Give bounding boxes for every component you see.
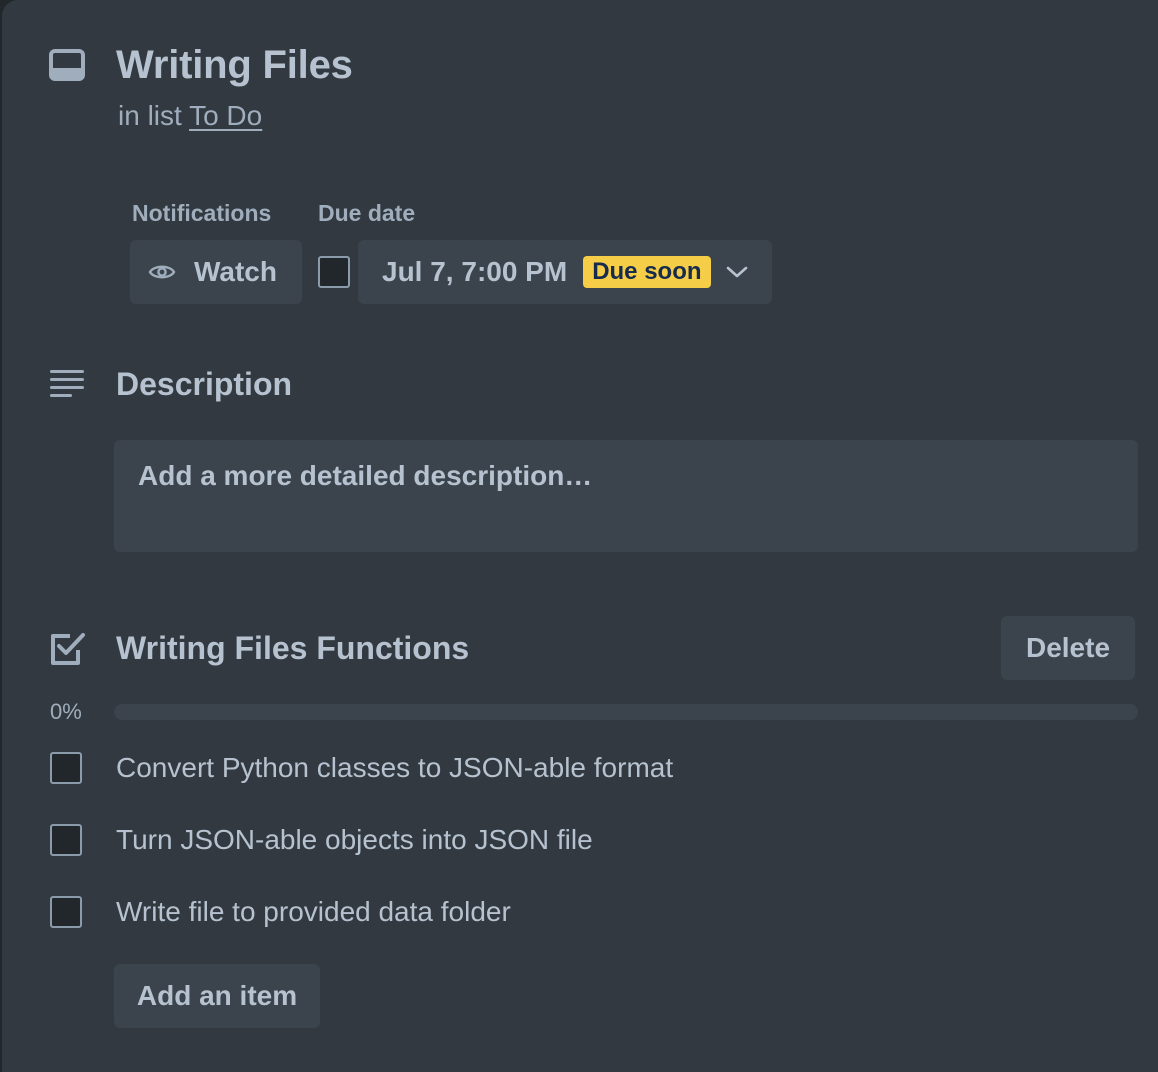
- eye-icon: [148, 265, 176, 279]
- watch-label: Watch: [194, 256, 277, 287]
- card-icon: [49, 49, 85, 81]
- checklist-item-checkbox[interactable]: [50, 896, 82, 928]
- description-lines-icon: [50, 370, 84, 397]
- list-name-link[interactable]: To Do: [189, 100, 262, 131]
- card-title[interactable]: Writing Files: [116, 40, 353, 90]
- description-input[interactable]: Add a more detailed description…: [114, 440, 1138, 552]
- in-list-prefix: in list: [118, 100, 182, 131]
- card-detail-panel: Writing Files in list To Do Notification…: [2, 0, 1158, 1072]
- due-date-button[interactable]: Jul 7, 7:00 PM Due soon: [358, 240, 772, 304]
- checklist-item-checkbox[interactable]: [50, 824, 82, 856]
- progress-percent: 0%: [50, 699, 82, 724]
- due-date-value: Jul 7, 7:00 PM: [382, 256, 568, 287]
- progress-bar: [114, 704, 1138, 720]
- notifications-label: Notifications: [132, 200, 272, 226]
- delete-checklist-button[interactable]: Delete: [1001, 616, 1135, 680]
- watch-button[interactable]: Watch: [130, 240, 302, 304]
- checklist-item-checkbox[interactable]: [50, 752, 82, 784]
- due-status-badge: Due soon: [583, 256, 711, 288]
- checklist-title[interactable]: Writing Files Functions: [116, 628, 469, 668]
- checklist-item[interactable]: Convert Python classes to JSON-able form…: [116, 751, 673, 785]
- checklist-icon: [51, 633, 85, 665]
- checklist-item[interactable]: Write file to provided data folder: [116, 895, 511, 929]
- list-breadcrumb: in list To Do: [118, 99, 262, 133]
- due-date-label: Due date: [318, 200, 416, 226]
- add-item-button[interactable]: Add an item: [114, 964, 320, 1028]
- due-date-checkbox[interactable]: [318, 256, 350, 288]
- checklist-item[interactable]: Turn JSON-able objects into JSON file: [116, 823, 593, 857]
- description-heading: Description: [116, 366, 293, 402]
- chevron-down-icon: [726, 266, 747, 278]
